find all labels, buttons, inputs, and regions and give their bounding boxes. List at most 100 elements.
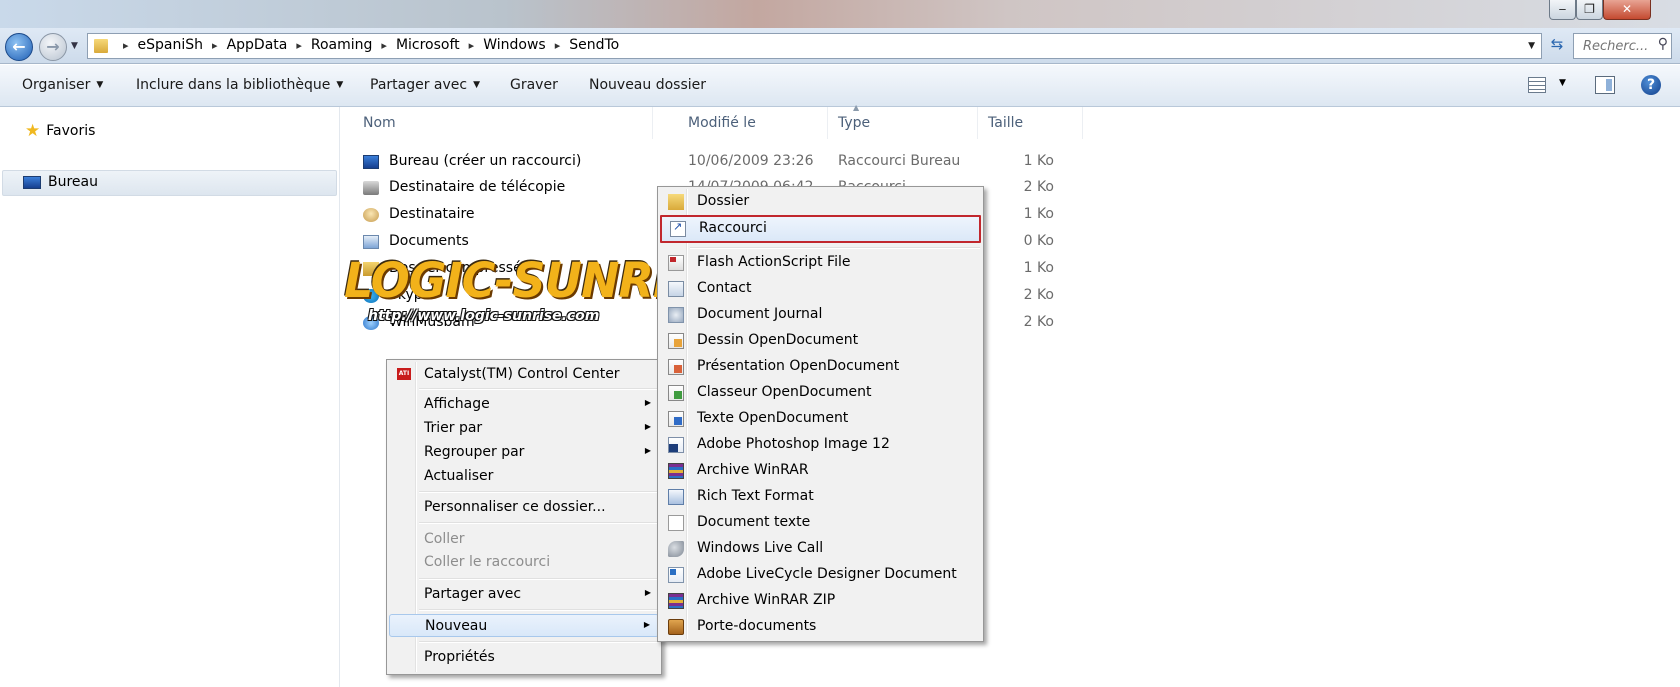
maximize-icon: ❐ <box>1584 2 1595 16</box>
preview-pane-icon[interactable] <box>1595 76 1615 94</box>
menu-item-customize-folder[interactable]: Personnaliser ce dossier... <box>389 496 659 519</box>
menu-item-group-by[interactable]: Regrouper par ▶ <box>389 441 659 464</box>
chevron-down-icon: ▼ <box>473 80 481 90</box>
new-item-briefcase[interactable]: Porte-documents <box>660 615 981 639</box>
breadcrumb-separator[interactable]: ▸ <box>123 39 129 52</box>
menu-item-view[interactable]: Affichage ▶ <box>389 393 659 416</box>
drawing-document-icon <box>668 333 684 349</box>
submenu-item-label: Présentation OpenDocument <box>697 358 900 374</box>
breadcrumb-separator[interactable]: ▸ <box>296 39 302 52</box>
new-item-photoshop[interactable]: Adobe Photoshop Image 12 <box>660 433 981 457</box>
menu-item-paste-shortcut[interactable]: Coller le raccourci <box>389 551 659 574</box>
menu-item-label: Nouveau <box>425 618 488 634</box>
file-name: Bureau (créer un raccourci) <box>389 153 582 169</box>
close-button[interactable]: ✕ <box>1603 0 1651 20</box>
search-input[interactable] <box>1574 34 1654 58</box>
share-label: Partager avec <box>370 77 468 93</box>
breadcrumb-microsoft[interactable]: Microsoft <box>396 37 460 53</box>
nav-favorites[interactable]: ★ Favoris <box>25 121 95 141</box>
new-folder-button[interactable]: Nouveau dossier <box>589 77 706 93</box>
new-item-odg[interactable]: Dessin OpenDocument <box>660 329 981 353</box>
column-header-name[interactable]: Nom <box>363 107 653 139</box>
menu-separator <box>419 578 657 580</box>
maximize-button[interactable]: ❐ <box>1576 0 1603 20</box>
new-item-winrar-zip[interactable]: Archive WinRAR ZIP <box>660 589 981 613</box>
new-item-odt[interactable]: Texte OpenDocument <box>660 407 981 431</box>
submenu-arrow-icon: ▶ <box>644 446 651 455</box>
menu-item-label: Regrouper par <box>424 444 525 460</box>
submenu-arrow-icon: ▶ <box>643 620 650 629</box>
menu-item-catalyst[interactable]: ATI Catalyst(TM) Control Center <box>389 363 659 386</box>
breadcrumb-espanish[interactable]: eSpaniSh <box>138 37 204 53</box>
new-item-journal[interactable]: Document Journal <box>660 303 981 327</box>
menu-item-share-with[interactable]: Partager avec ▶ <box>389 583 659 606</box>
menu-item-properties[interactable]: Propriétés <box>389 646 659 669</box>
new-item-shortcut[interactable]: Raccourci <box>660 215 981 243</box>
breadcrumb-separator[interactable]: ▸ <box>469 39 475 52</box>
livecycle-document-icon <box>668 567 684 583</box>
view-options-dropdown[interactable]: ▼ <box>1559 78 1566 88</box>
file-size: 1 Ko <box>1023 260 1054 276</box>
breadcrumb-separator[interactable]: ▸ <box>212 39 218 52</box>
new-item-odp[interactable]: Présentation OpenDocument <box>660 355 981 379</box>
column-header-type[interactable]: Type <box>838 107 978 139</box>
file-name: Documents <box>389 233 469 249</box>
new-item-contact[interactable]: Contact <box>660 277 981 301</box>
breadcrumb-windows[interactable]: Windows <box>483 37 546 53</box>
organize-button[interactable]: Organiser ▼ <box>22 77 103 93</box>
nav-desktop-label: Bureau <box>48 174 98 190</box>
menu-item-paste[interactable]: Coller <box>389 528 659 551</box>
search-icon[interactable]: ⚲ <box>1658 36 1668 52</box>
change-view-icon[interactable] <box>1528 77 1546 93</box>
refresh-icon[interactable]: ⇆ <box>1545 35 1569 57</box>
new-item-rtf[interactable]: Rich Text Format <box>660 485 981 509</box>
organize-label: Organiser <box>22 77 91 93</box>
back-button[interactable]: ← <box>5 33 33 61</box>
file-name: Destinataire <box>389 206 475 222</box>
recent-pages-dropdown[interactable]: ▼ <box>71 41 78 51</box>
menu-separator <box>419 609 657 611</box>
search-box[interactable]: ⚲ <box>1573 33 1672 59</box>
new-item-ods[interactable]: Classeur OpenDocument <box>660 381 981 405</box>
winrar-icon <box>668 463 684 479</box>
help-icon[interactable]: ? <box>1641 75 1661 95</box>
new-item-live-call[interactable]: Windows Live Call <box>660 537 981 561</box>
minimize-icon: ‒ <box>1558 2 1567 16</box>
nav-favorites-label: Favoris <box>46 123 96 139</box>
new-item-folder[interactable]: Dossier <box>660 190 981 214</box>
column-header-modified[interactable]: Modifié le <box>688 107 828 139</box>
rich-text-icon <box>668 489 684 505</box>
submenu-item-label: Windows Live Call <box>697 540 824 556</box>
address-bar[interactable]: ▸ eSpaniSh ▸ AppData ▸ Roaming ▸ Microso… <box>87 33 1542 59</box>
nav-desktop[interactable]: Bureau <box>23 174 98 190</box>
include-in-library-button[interactable]: Inclure dans la bibliothèque ▼ <box>136 77 343 93</box>
submenu-item-label: Porte-documents <box>697 618 817 634</box>
breadcrumb-appdata[interactable]: AppData <box>227 37 288 53</box>
submenu-item-label: Dossier <box>697 193 750 209</box>
address-history-dropdown[interactable]: ▼ <box>1528 41 1535 51</box>
new-item-text-document[interactable]: Document texte <box>660 511 981 535</box>
submenu-item-label: Rich Text Format <box>697 488 814 504</box>
menu-item-refresh[interactable]: Actualiser <box>389 465 659 488</box>
address-row: ← → ▼ ▸ eSpaniSh ▸ AppData ▸ Roaming ▸ M… <box>0 28 1680 64</box>
forward-button[interactable]: → <box>39 33 67 61</box>
new-item-flash-actionscript[interactable]: Flash ActionScript File <box>660 251 981 275</box>
burn-button[interactable]: Graver <box>510 77 558 93</box>
chevron-down-icon: ▼ <box>336 80 344 90</box>
file-row[interactable]: Bureau (créer un raccourci) 10/06/2009 2… <box>341 149 1081 174</box>
breadcrumb-separator[interactable]: ▸ <box>555 39 561 52</box>
file-name: Destinataire de télécopie <box>389 179 566 195</box>
photoshop-icon <box>668 437 684 453</box>
minimize-button[interactable]: ‒ <box>1549 0 1576 20</box>
share-with-button[interactable]: Partager avec ▼ <box>370 77 480 93</box>
menu-item-new[interactable]: Nouveau ▶ <box>389 614 659 637</box>
breadcrumb-separator[interactable]: ▸ <box>381 39 387 52</box>
breadcrumb-roaming[interactable]: Roaming <box>311 37 373 53</box>
breadcrumb-sendto[interactable]: SendTo <box>569 37 619 53</box>
briefcase-icon <box>668 619 684 635</box>
new-item-winrar[interactable]: Archive WinRAR <box>660 459 981 483</box>
new-item-livecycle[interactable]: Adobe LiveCycle Designer Document <box>660 563 981 587</box>
file-size: 1 Ko <box>1023 153 1054 169</box>
column-header-size[interactable]: Taille <box>988 107 1083 139</box>
menu-item-sort-by[interactable]: Trier par ▶ <box>389 417 659 440</box>
